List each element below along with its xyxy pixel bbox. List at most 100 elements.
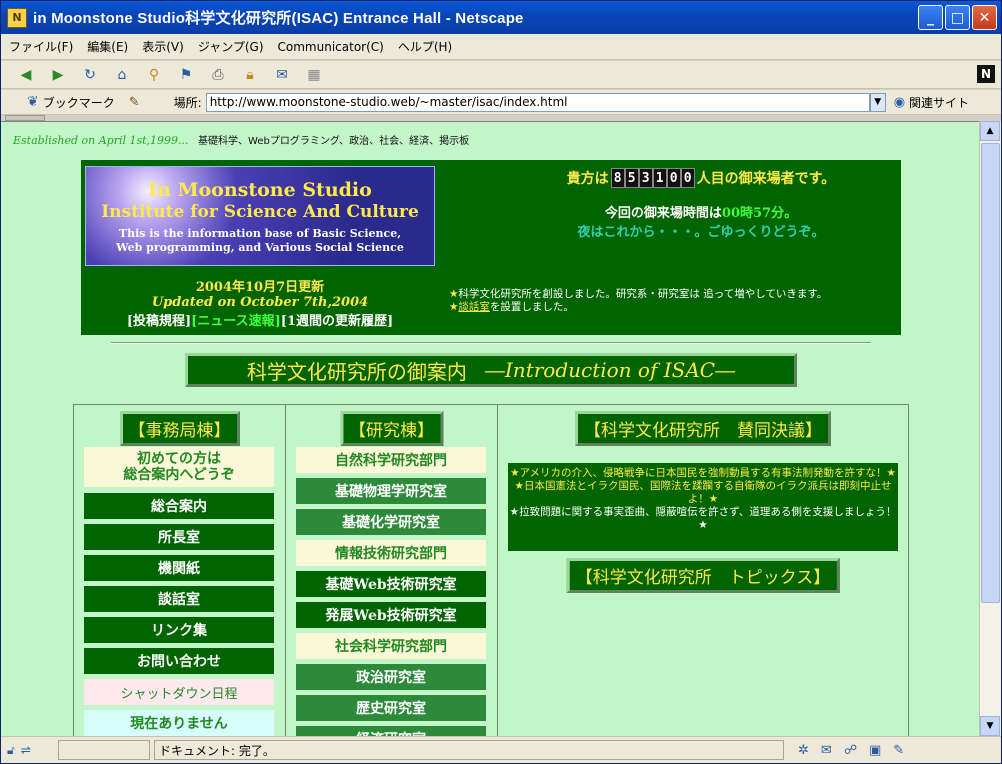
composer-icon[interactable]: ✎ bbox=[893, 743, 904, 758]
posting-rules-link[interactable]: [投稿規程] bbox=[127, 314, 191, 329]
related-icon[interactable]: ◉ bbox=[894, 95, 905, 110]
star-icon: ★ bbox=[510, 467, 520, 479]
logo-line-2: Institute for Science And Culture bbox=[101, 202, 419, 222]
social-science-division[interactable]: 社会科学研究部門 bbox=[296, 633, 486, 659]
update-info: 2004年10月7日更新 Updated on October 7th,2004… bbox=[85, 276, 435, 329]
news-text: 科学文化研究所を創設しました。研究系・研究室は 追って増やしていきます。 bbox=[458, 288, 828, 300]
first-time-line-1: 初めての方は bbox=[137, 451, 221, 467]
history-lab[interactable]: 歴史研究室 bbox=[296, 695, 486, 721]
related-sites-button[interactable]: 関連サイト bbox=[909, 94, 969, 111]
economics-lab[interactable]: 経済研究室 bbox=[296, 726, 486, 736]
url-dropdown-icon[interactable]: ▼ bbox=[869, 92, 886, 112]
shop-icon[interactable]: ✉ bbox=[271, 64, 293, 86]
site-logo: In Moonstone Studio Institute for Scienc… bbox=[85, 166, 435, 266]
no-shutdown-notice: 現在ありません bbox=[84, 710, 274, 736]
visit-time-prefix: 今回の御来場時間は bbox=[604, 206, 722, 221]
site-header: In Moonstone Studio Institute for Scienc… bbox=[81, 160, 901, 335]
office-heading: 【事務局棟】 bbox=[119, 411, 240, 446]
director-office-button[interactable]: 所長室 bbox=[84, 524, 274, 550]
maximize-button[interactable]: □ bbox=[945, 5, 970, 30]
it-division[interactable]: 情報技術研究部門 bbox=[296, 540, 486, 566]
resolution-line: ★日本国憲法とイラク国民、国際法を蹂躙する自衛隊のイラク派兵は即刻中止せよ！★ bbox=[508, 480, 898, 506]
scroll-up-icon[interactable]: ▲ bbox=[980, 121, 1000, 141]
reload-icon[interactable]: ↻ bbox=[79, 64, 101, 86]
topics-heading: 【科学文化研究所 トピックス】 bbox=[566, 558, 840, 593]
politics-lab[interactable]: 政治研究室 bbox=[296, 664, 486, 690]
menu-edit[interactable]: 編集(E) bbox=[87, 38, 128, 55]
location-bar: ❦ ブックマーク ✎ 場所: http://www.moonstone-stud… bbox=[1, 90, 1001, 115]
first-time-line-2: 総合案内へどうぞ bbox=[123, 467, 235, 483]
lounge-link[interactable]: 談話室 bbox=[458, 301, 490, 313]
newsgroup-icon[interactable]: ☍ bbox=[844, 743, 857, 758]
lock-icon[interactable]: 🔓︎ bbox=[7, 743, 15, 758]
established-text: Established on April 1st,1999... bbox=[13, 134, 189, 147]
established-line: Established on April 1st,1999... 基礎科学、We… bbox=[13, 132, 469, 147]
basic-physics-lab[interactable]: 基礎物理学研究室 bbox=[296, 478, 486, 504]
resolution-text: 拉致問題に関する事実歪曲、隠蔽喧伝を許さず、道理ある側を支援しましょう！ bbox=[519, 506, 897, 518]
natural-science-division[interactable]: 自然科学研究部門 bbox=[296, 447, 486, 473]
visitor-info: 貴方は 8 5 3 1 0 0 人目の御来場者です。 今回の御来場時間は00時5… bbox=[521, 168, 881, 240]
minimize-button[interactable]: _ bbox=[918, 5, 943, 30]
visit-time: 00時57分。 bbox=[721, 206, 798, 221]
home-icon[interactable]: ⌂ bbox=[111, 64, 133, 86]
bookmarks-button[interactable]: ブックマーク bbox=[43, 94, 115, 111]
progress-cell bbox=[58, 740, 150, 760]
basic-chemistry-lab[interactable]: 基礎化学研究室 bbox=[296, 509, 486, 535]
navigator-icon[interactable]: ✲ bbox=[798, 743, 809, 758]
counter-digit: 1 bbox=[652, 168, 667, 188]
weekly-history-link[interactable]: [1週間の更新履歴] bbox=[281, 314, 393, 329]
forward-icon[interactable]: ▶ bbox=[47, 64, 69, 86]
resolution-box: ★アメリカの介入、侵略戦争に日本国民を強制動員する有事法制発動を許すな！★ ★日… bbox=[508, 463, 898, 551]
resolution-line: ★拉致問題に関する事実歪曲、隠蔽喧伝を許さず、道理ある側を支援しましょう！★ bbox=[508, 506, 898, 532]
shutdown-schedule-button[interactable]: シャットダウン日程 bbox=[84, 679, 274, 705]
contact-button[interactable]: お問い合わせ bbox=[84, 648, 274, 674]
close-button[interactable]: ✕ bbox=[972, 5, 997, 30]
visitor-prefix: 貴方は bbox=[566, 171, 609, 187]
vertical-scrollbar[interactable]: ▲ ▼ bbox=[979, 121, 1001, 736]
address-book-icon[interactable]: ▣ bbox=[869, 743, 881, 758]
logo-line-3: This is the information base of Basic Sc… bbox=[118, 227, 402, 240]
security-icon[interactable]: 🔒︎ bbox=[239, 64, 261, 86]
news-item: ★科学文化研究所を創設しました。研究系・研究室は 追って増やしていきます。 bbox=[449, 288, 899, 301]
bulletin-button[interactable]: 機関紙 bbox=[84, 555, 274, 581]
star-icon: ★ bbox=[698, 519, 708, 531]
visitor-counter: 8 5 3 1 0 0 bbox=[610, 168, 695, 188]
mail-icon[interactable]: ✉ bbox=[821, 743, 832, 758]
netscape-app-icon[interactable]: N bbox=[7, 7, 27, 28]
scroll-down-icon[interactable]: ▼ bbox=[980, 716, 1000, 736]
url-field[interactable]: http://www.moonstone-studio.web/~master/… bbox=[205, 92, 870, 112]
menu-file[interactable]: ファイル(F) bbox=[9, 38, 73, 55]
counter-digit: 0 bbox=[666, 168, 681, 188]
intro-title-jp: 科学文化研究所の御案内 bbox=[246, 359, 467, 384]
advanced-web-lab[interactable]: 発展Web技術研究室 bbox=[296, 602, 486, 628]
menu-go[interactable]: ジャンプ(G) bbox=[198, 38, 264, 55]
lounge-button[interactable]: 談話室 bbox=[84, 586, 274, 612]
links-button[interactable]: リンク集 bbox=[84, 617, 274, 643]
status-bar: 🔓︎ ⇌ ドキュメント: 完了。 ✲ ✉ ☍ ▣ ✎ bbox=[1, 736, 1001, 763]
menu-communicator[interactable]: Communicator(C) bbox=[278, 40, 384, 54]
print-icon[interactable]: ⎙ bbox=[207, 64, 229, 86]
page-proxy-icon[interactable]: ✎ bbox=[129, 95, 140, 110]
research-column: 【研究棟】 自然科学研究部門 基礎物理学研究室 基礎化学研究室 情報技術研究部門… bbox=[286, 405, 498, 736]
title-bar[interactable]: N in Moonstone Studio科学文化研究所(ISAC) Entra… bbox=[1, 1, 1001, 34]
stop-icon[interactable]: ▦ bbox=[303, 64, 325, 86]
intro-title-en: ―Introduction of ISAC― bbox=[484, 358, 736, 382]
star-icon: ★ bbox=[449, 288, 459, 300]
news-text: を設置しました。 bbox=[489, 301, 574, 313]
directory-panel: 【事務局棟】 初めての方は 総合案内へどうぞ 総合案内 所長室 機関紙 談話室 … bbox=[73, 404, 909, 736]
basic-web-lab[interactable]: 基礎Web技術研究室 bbox=[296, 571, 486, 597]
menu-help[interactable]: ヘルプ(H) bbox=[398, 38, 452, 55]
first-time-guide[interactable]: 初めての方は 総合案内へどうぞ bbox=[84, 447, 274, 487]
menu-view[interactable]: 表示(V) bbox=[142, 38, 184, 55]
resolution-column: 【科学文化研究所 賛同決議】 ★アメリカの介入、侵略戦争に日本国民を強制動員する… bbox=[498, 405, 908, 736]
netscape-icon[interactable]: ⚑ bbox=[175, 64, 197, 86]
scroll-thumb[interactable] bbox=[981, 143, 1000, 603]
back-icon[interactable]: ◀ bbox=[15, 64, 37, 86]
search-icon[interactable]: ⚲ bbox=[143, 64, 165, 86]
general-info-button[interactable]: 総合案内 bbox=[84, 493, 274, 519]
netscape-logo: N bbox=[977, 65, 995, 83]
window-title: in Moonstone Studio科学文化研究所(ISAC) Entranc… bbox=[33, 10, 524, 27]
news-flash-link[interactable]: [ニュース速報] bbox=[191, 314, 281, 329]
star-icon: ★ bbox=[708, 493, 719, 505]
bookmark-icon[interactable]: ❦ bbox=[27, 94, 39, 110]
